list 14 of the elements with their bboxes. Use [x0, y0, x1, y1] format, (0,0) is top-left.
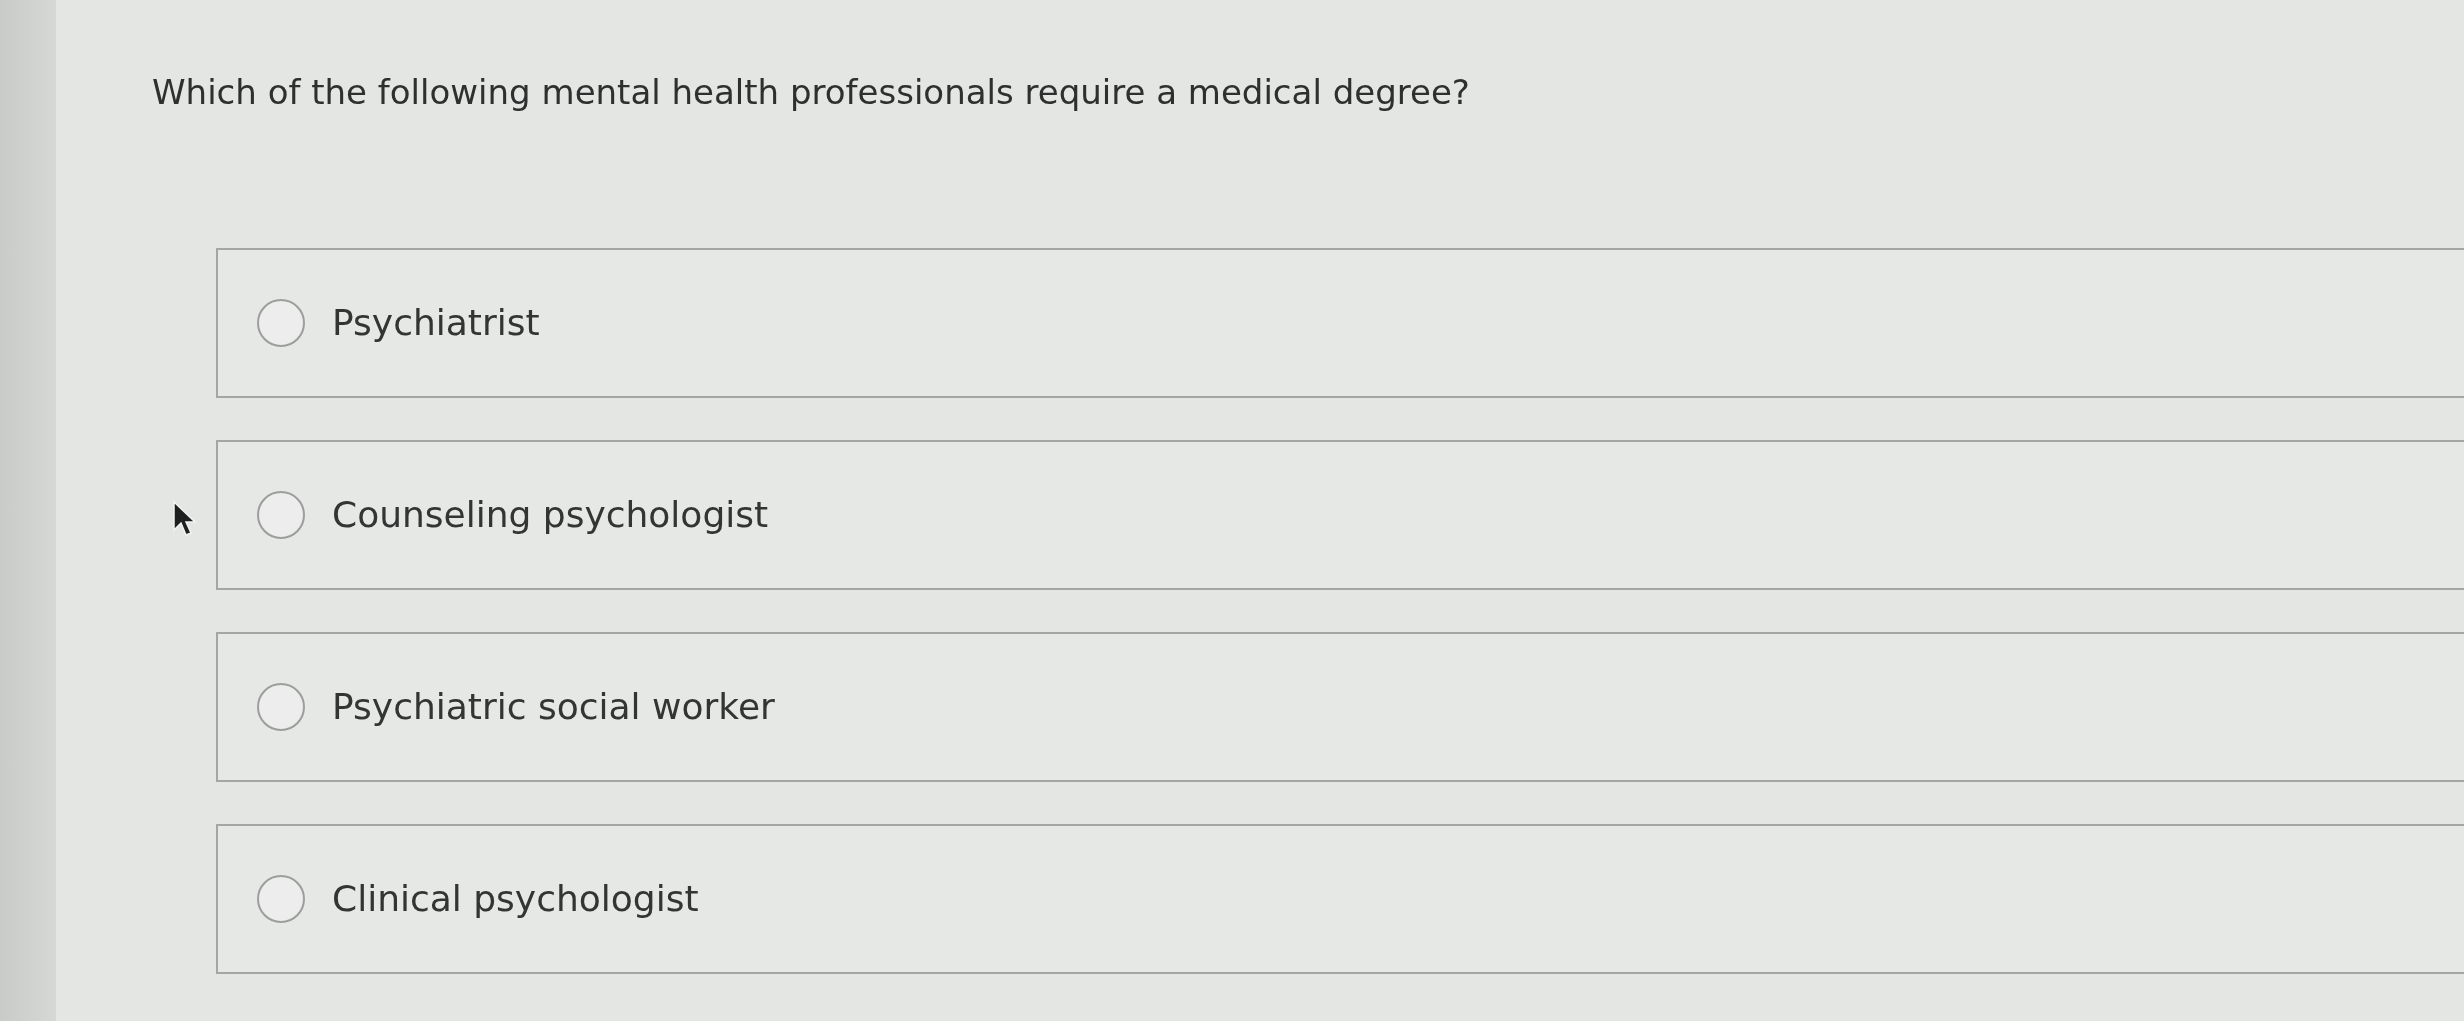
question-text: Which of the following mental health professionals require a medical degree? — [152, 71, 1471, 114]
radio-button[interactable] — [256, 874, 306, 924]
option-label: Psychiatrist — [332, 301, 540, 345]
radio-button[interactable] — [256, 298, 306, 348]
radio-button[interactable] — [256, 490, 306, 540]
answer-option[interactable]: Counseling psychologist — [216, 440, 2464, 590]
option-label: Clinical psychologist — [332, 877, 699, 921]
option-label: Psychiatric social worker — [332, 685, 775, 729]
answer-option[interactable]: Psychiatric social worker — [216, 632, 2464, 782]
cursor-icon — [172, 500, 198, 538]
radio-button[interactable] — [256, 682, 306, 732]
answer-option[interactable]: Clinical psychologist — [216, 824, 2464, 974]
answer-option[interactable]: Psychiatrist — [216, 248, 2464, 398]
option-label: Counseling psychologist — [332, 493, 769, 537]
